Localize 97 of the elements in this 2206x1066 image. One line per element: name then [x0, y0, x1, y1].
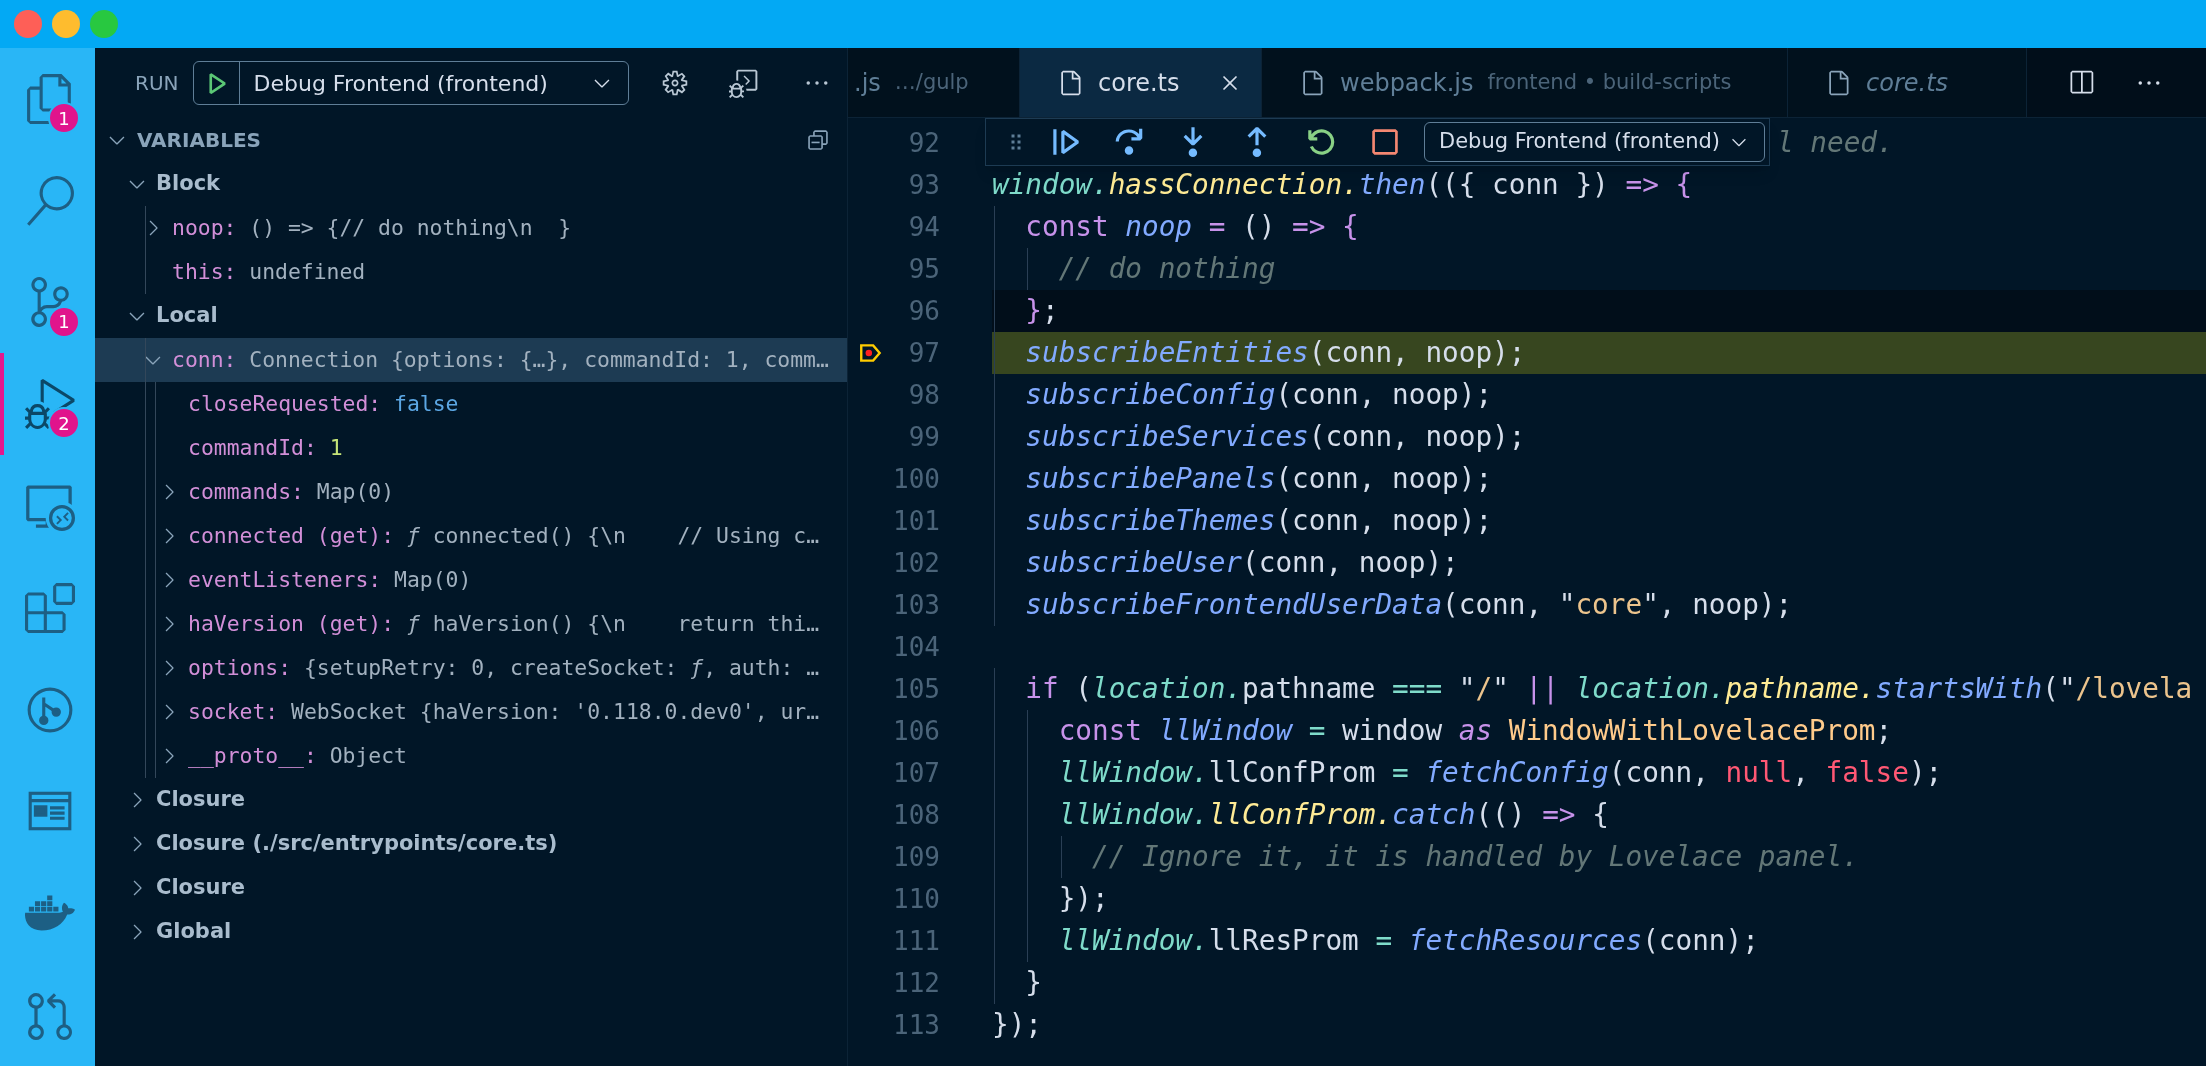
line-number: 92	[908, 126, 940, 160]
panel-title: RUN	[135, 70, 179, 97]
variable-row[interactable]: noop: () => {// do nothing\n }	[95, 206, 847, 250]
variable-text: socket: WebSocket {haVersion: '0.118.0.dev0', ur…	[188, 697, 820, 726]
code-line: llWindow.llConfProm.catch(() => {	[1057, 797, 1609, 834]
configuration-dropdown[interactable]: Debug Frontend (frontend)	[192, 61, 629, 105]
configuration-dropdown[interactable]: Debug Frontend (frontend)	[1424, 122, 1765, 162]
code-line: subscribeThemes(conn, noop);	[1024, 503, 1493, 540]
debug-console-icon[interactable]	[728, 68, 759, 98]
line-number: 93	[908, 168, 940, 202]
section-header[interactable]: VARIABLES	[95, 118, 847, 162]
extensions-icon	[24, 582, 75, 633]
code-line: subscribePanels(conn, noop);	[1024, 461, 1493, 498]
variable-text: connected (get): ƒ connected() {\n // Using c…	[188, 521, 820, 550]
variable-text: options: {setupRetry: 0, createSocket: ƒ, auth: …	[188, 653, 820, 682]
variable-text: haVersion (get): ƒ haVersion() {\n return thi…	[188, 609, 820, 638]
variable-text: conn: Connection {options: {…}, commandId: 1, comm…	[172, 345, 829, 374]
scope-row[interactable]: Local	[95, 294, 847, 338]
variable-text: __proto__: Object	[188, 741, 407, 770]
line-number: 101	[893, 504, 940, 538]
line-number: 112	[893, 966, 940, 1000]
editor-tab[interactable]: core.ts	[1020, 48, 1262, 117]
line-number: 105	[893, 672, 940, 706]
section-title: VARIABLES	[137, 127, 261, 154]
line-number: 98	[908, 378, 940, 412]
code-line: });	[992, 1007, 1042, 1044]
code-line: // do nothing	[1057, 251, 1276, 288]
count-badge: 2	[48, 407, 80, 440]
line-number: 110	[893, 882, 940, 916]
code-line: subscribeFrontendUserData(conn, "core", noop);	[1024, 587, 1793, 624]
variable-text: this: undefined	[172, 257, 366, 286]
variable-row[interactable]: socket: WebSocket {haVersion: '0.118.0.dev0', ur…	[95, 690, 847, 734]
variable-row[interactable]: commands: Map(0)	[95, 470, 847, 514]
scope-label: Closure	[156, 874, 246, 902]
scope-label: Global	[156, 918, 232, 946]
code-line: window.hassConnection.then(({ conn }) => {	[992, 167, 1693, 204]
activity-bar-item[interactable]: 1	[0, 48, 95, 150]
variable-row[interactable]: eventListeners: Map(0)	[95, 558, 847, 602]
code-line: }	[1024, 965, 1042, 1002]
scope-label: Closure (./src/entrypoints/core.ts)	[156, 830, 558, 858]
line-number: 99	[908, 420, 940, 454]
code-line: if (location.pathname === "/" || location.pathname.startsWith("/lovela	[1024, 671, 2193, 708]
count-badge: 1	[48, 305, 80, 338]
variable-row[interactable]: commandId: 1	[95, 426, 847, 470]
variable-row[interactable]: this: undefined	[95, 250, 847, 294]
scope-row[interactable]: Global	[95, 910, 847, 954]
variable-text: commandId: 1	[188, 433, 343, 462]
scope-row[interactable]: Closure (./src/entrypoints/core.ts)	[95, 822, 847, 866]
activity-bar-item[interactable]: 1	[0, 251, 95, 354]
line-number: 107	[893, 756, 940, 790]
search-icon	[24, 175, 75, 226]
run-debug-icon	[24, 379, 75, 430]
scope-label: Local	[156, 302, 218, 330]
line-number: 109	[893, 840, 940, 874]
code-line: l need.	[1777, 125, 1894, 162]
scope-row[interactable]: Closure	[95, 778, 847, 822]
code-line: subscribeUser(conn, noop);	[1024, 545, 1459, 582]
line-number: 95	[908, 252, 940, 286]
variable-text: eventListeners: Map(0)	[188, 565, 472, 594]
variable-text: commands: Map(0)	[188, 477, 395, 506]
line-number: 97	[908, 336, 940, 370]
configuration-label: Debug Frontend (frontend)	[252, 69, 549, 98]
line-number: 111	[893, 924, 940, 958]
scope-row[interactable]: Closure	[95, 866, 847, 910]
variable-row[interactable]: options: {setupRetry: 0, createSocket: ƒ, auth: …	[95, 646, 847, 690]
line-number: 113	[893, 1008, 940, 1042]
scope-label: Block	[156, 170, 221, 198]
variable-row[interactable]: haVersion (get): ƒ haVersion() {\n return thi…	[95, 602, 847, 646]
settings-icon[interactable]	[660, 69, 689, 97]
code-line: });	[1057, 881, 1109, 918]
line-number: 96	[908, 294, 940, 328]
collapse-all-icon[interactable]	[805, 127, 831, 153]
variable-text: noop: () => {// do nothing\n }	[172, 213, 572, 242]
variable-text: closeRequested: false	[188, 389, 459, 418]
line-number: 94	[908, 210, 940, 244]
code-line: };	[1024, 293, 1059, 330]
line-number: 106	[893, 714, 940, 748]
variable-row[interactable]: connected (get): ƒ connected() {\n // Using c…	[95, 514, 847, 558]
code-line: subscribeEntities(conn, noop);	[1024, 335, 1526, 372]
count-badge: 1	[48, 102, 80, 134]
line-number: 103	[893, 588, 940, 622]
scope-label: Closure	[156, 786, 246, 814]
scope-row[interactable]: Block	[95, 162, 847, 206]
variable-row[interactable]: conn: Connection {options: {…}, commandId: 1, comm…	[95, 338, 847, 382]
line-number: 100	[893, 462, 940, 496]
code-line: llWindow.llResProm = fetchResources(conn);	[1057, 923, 1759, 960]
line-number: 108	[893, 798, 940, 832]
variable-row[interactable]: closeRequested: false	[95, 382, 847, 426]
code-line: llWindow.llConfProm = fetchConfig(conn, null, false);	[1057, 755, 1943, 792]
code-line: subscribeConfig(conn, noop);	[1024, 377, 1493, 414]
code-line: const noop = () => {	[1024, 209, 1359, 246]
code-line: // Ignore it, it is handled by Lovelace panel.	[1091, 839, 1859, 876]
code-line: const llWindow = window as WindowWithLovelaceProm;	[1057, 713, 1893, 750]
line-number: 102	[893, 546, 940, 580]
variable-row[interactable]: __proto__: Object	[95, 734, 847, 778]
line-number: 104	[893, 630, 940, 664]
code-line: subscribeServices(conn, noop);	[1024, 419, 1526, 456]
